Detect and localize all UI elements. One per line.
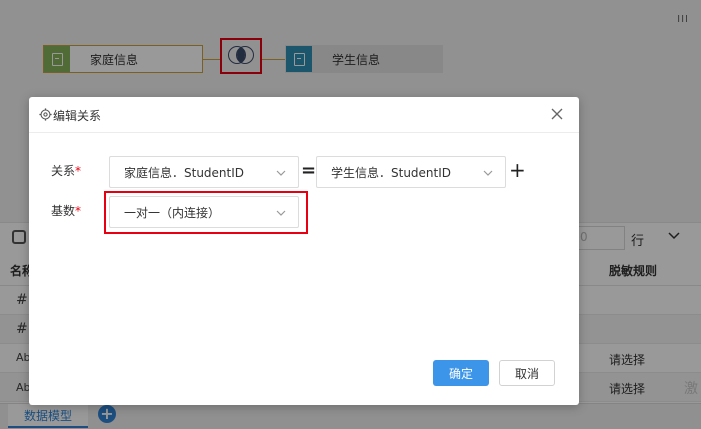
equals-sign: = bbox=[301, 160, 317, 181]
edit-relation-dialog: 编辑关系 关系* 家庭信息．StudentID = 学生信息．StudentID… bbox=[29, 97, 579, 405]
close-icon[interactable] bbox=[549, 106, 565, 122]
left-field-value: 家庭信息．StudentID bbox=[124, 165, 245, 180]
required-mark: * bbox=[75, 164, 82, 178]
left-field-select[interactable]: 家庭信息．StudentID bbox=[109, 156, 299, 188]
cancel-button[interactable]: 取消 bbox=[499, 360, 555, 386]
gear-icon bbox=[39, 108, 52, 121]
dialog-header bbox=[29, 97, 579, 133]
add-condition-button[interactable]: + bbox=[509, 158, 526, 182]
right-field-value: 学生信息．StudentID bbox=[331, 165, 452, 180]
dialog-title: 编辑关系 bbox=[53, 109, 102, 123]
cardinality-label: 基数* bbox=[51, 204, 82, 218]
cardinality-highlight bbox=[104, 191, 308, 234]
right-field-select[interactable]: 学生信息．StudentID bbox=[316, 156, 506, 188]
chevron-down-icon bbox=[276, 170, 286, 176]
required-mark: * bbox=[75, 204, 82, 218]
chevron-down-icon bbox=[483, 170, 493, 176]
confirm-button[interactable]: 确定 bbox=[433, 360, 489, 386]
relation-label: 关系* bbox=[51, 164, 82, 178]
